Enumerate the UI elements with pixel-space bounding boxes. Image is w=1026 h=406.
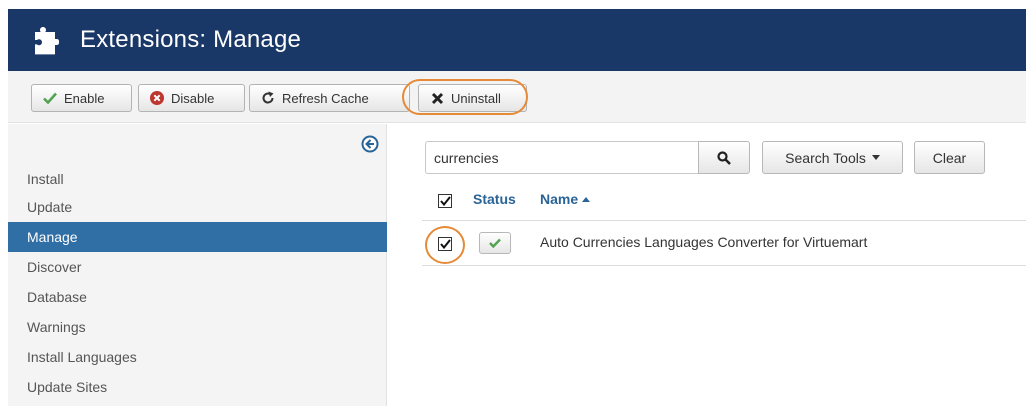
status-toggle-button[interactable] bbox=[479, 232, 511, 254]
close-icon bbox=[429, 90, 445, 106]
clear-button[interactable]: Clear bbox=[914, 141, 985, 174]
sidebar-item-update[interactable]: Update bbox=[8, 192, 387, 222]
name-column-header[interactable]: Name bbox=[540, 191, 591, 207]
refresh-icon bbox=[260, 90, 276, 106]
enable-button[interactable]: Enable bbox=[31, 84, 132, 112]
puzzle-icon bbox=[35, 27, 59, 55]
refresh-cache-label: Refresh Cache bbox=[282, 90, 369, 106]
collapse-sidebar-icon[interactable] bbox=[361, 135, 379, 153]
search-button[interactable] bbox=[698, 141, 750, 174]
select-all-checkbox[interactable] bbox=[438, 194, 452, 208]
search-tools-label: Search Tools bbox=[785, 149, 866, 166]
search-input[interactable] bbox=[425, 141, 699, 174]
sort-asc-icon bbox=[582, 197, 591, 202]
page-title: Extensions: Manage bbox=[80, 26, 302, 53]
page-header: Extensions: Manage bbox=[8, 9, 1026, 71]
sidebar-item-manage[interactable]: Manage bbox=[8, 222, 387, 252]
checkmark-icon bbox=[439, 196, 451, 206]
check-icon bbox=[42, 90, 58, 106]
divider bbox=[422, 220, 1026, 221]
search-icon bbox=[717, 150, 731, 165]
toolbar: Enable Disable Refresh Cache Uninstall bbox=[8, 71, 1026, 123]
search-tools-button[interactable]: Search Tools bbox=[762, 141, 903, 174]
sidebar-item-install-languages[interactable]: Install Languages bbox=[8, 342, 387, 372]
divider bbox=[422, 265, 1026, 266]
sidebar-item-install[interactable]: Install bbox=[8, 164, 387, 194]
uninstall-label: Uninstall bbox=[451, 90, 501, 106]
remove-circle-icon bbox=[149, 90, 165, 106]
disable-button[interactable]: Disable bbox=[138, 84, 245, 112]
chevron-down-icon bbox=[871, 155, 880, 160]
sidebar-item-discover[interactable]: Discover bbox=[8, 252, 387, 282]
status-column-header[interactable]: Status bbox=[473, 191, 516, 207]
enable-label: Enable bbox=[64, 90, 105, 106]
disable-label: Disable bbox=[171, 90, 215, 106]
sidebar-item-database[interactable]: Database bbox=[8, 282, 387, 312]
clear-label: Clear bbox=[932, 149, 967, 166]
sidebar-item-warnings[interactable]: Warnings bbox=[8, 312, 387, 342]
extension-name: Auto Currencies Languages Converter for … bbox=[540, 234, 868, 250]
check-icon bbox=[489, 238, 501, 248]
row-checkbox[interactable] bbox=[438, 237, 452, 251]
uninstall-button[interactable]: Uninstall bbox=[418, 84, 527, 112]
sidebar-item-update-sites[interactable]: Update Sites bbox=[8, 372, 387, 402]
refresh-cache-button[interactable]: Refresh Cache bbox=[249, 84, 410, 112]
sidebar: Install Update Manage Discover Database … bbox=[8, 124, 387, 406]
checkmark-icon bbox=[439, 239, 451, 249]
